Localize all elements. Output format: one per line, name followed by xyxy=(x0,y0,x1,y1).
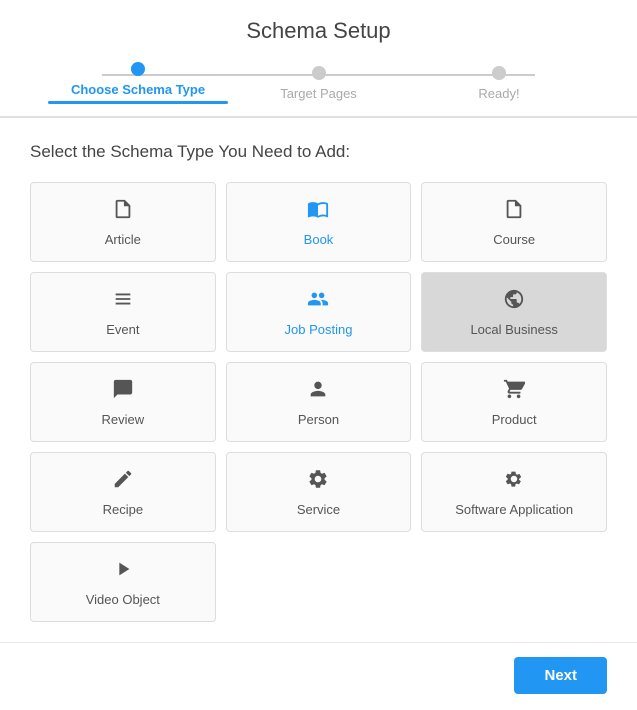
schema-item-article[interactable]: Article xyxy=(30,182,216,262)
footer: Next xyxy=(0,642,637,710)
job-posting-label: Job Posting xyxy=(285,322,353,337)
schema-item-review[interactable]: Review xyxy=(30,362,216,442)
job-posting-icon xyxy=(307,288,329,316)
article-label: Article xyxy=(105,232,141,247)
step-label-2: Target Pages xyxy=(280,86,357,101)
schema-item-book[interactable]: Book xyxy=(226,182,412,262)
schema-item-event[interactable]: Event xyxy=(30,272,216,352)
step-ready: Ready! xyxy=(409,66,589,101)
local-business-label: Local Business xyxy=(470,322,557,337)
step-label-1: Choose Schema Type xyxy=(71,82,205,97)
schema-item-software-application[interactable]: Software Application xyxy=(421,452,607,532)
product-icon xyxy=(503,378,525,406)
content-area: Select the Schema Type You Need to Add: … xyxy=(0,118,637,642)
review-icon xyxy=(112,378,134,406)
book-icon xyxy=(307,198,329,226)
schema-item-service[interactable]: Service xyxy=(226,452,412,532)
schema-item-video-object[interactable]: Video Object xyxy=(30,542,216,622)
video-object-icon xyxy=(112,558,134,586)
person-label: Person xyxy=(298,412,339,427)
local-business-icon xyxy=(503,288,525,316)
top-bar: Schema Setup Choose Schema Type Target P… xyxy=(0,0,637,118)
schema-item-recipe[interactable]: Recipe xyxy=(30,452,216,532)
next-button[interactable]: Next xyxy=(514,657,607,694)
schema-grid: Article Book Course Event Job Posting Local B… xyxy=(30,182,607,622)
step-underline-1 xyxy=(48,101,228,104)
service-icon xyxy=(307,468,329,496)
software-application-label: Software Application xyxy=(455,502,573,517)
video-object-label: Video Object xyxy=(86,592,160,607)
page-title: Schema Setup xyxy=(246,0,390,54)
step-target-pages: Target Pages xyxy=(228,66,408,101)
event-icon xyxy=(112,288,134,316)
event-label: Event xyxy=(106,322,139,337)
step-choose-schema: Choose Schema Type xyxy=(48,62,228,104)
course-icon xyxy=(503,198,525,226)
product-label: Product xyxy=(492,412,537,427)
book-label: Book xyxy=(304,232,334,247)
review-label: Review xyxy=(102,412,145,427)
service-label: Service xyxy=(297,502,340,517)
recipe-icon xyxy=(112,468,134,496)
step-label-3: Ready! xyxy=(478,86,519,101)
stepper: Choose Schema Type Target Pages Ready! xyxy=(0,54,637,117)
software-application-icon xyxy=(503,468,525,496)
person-icon xyxy=(307,378,329,406)
section-title: Select the Schema Type You Need to Add: xyxy=(30,142,607,162)
schema-item-course[interactable]: Course xyxy=(421,182,607,262)
step-dot-3 xyxy=(492,66,506,80)
article-icon xyxy=(112,198,134,226)
course-label: Course xyxy=(493,232,535,247)
schema-item-product[interactable]: Product xyxy=(421,362,607,442)
step-dot-2 xyxy=(312,66,326,80)
step-dot-1 xyxy=(131,62,145,76)
schema-item-person[interactable]: Person xyxy=(226,362,412,442)
schema-item-local-business[interactable]: Local Business xyxy=(421,272,607,352)
recipe-label: Recipe xyxy=(103,502,143,517)
schema-item-job-posting[interactable]: Job Posting xyxy=(226,272,412,352)
